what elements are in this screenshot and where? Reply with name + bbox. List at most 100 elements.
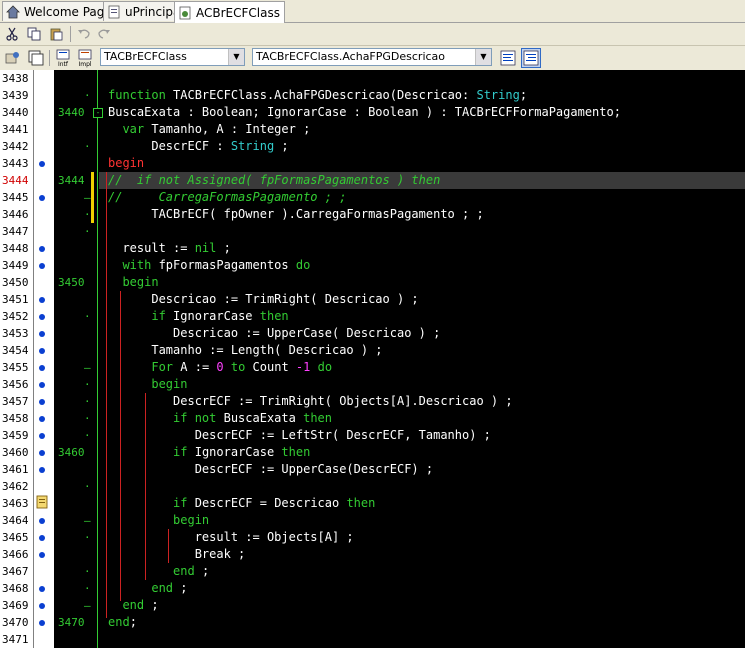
- code-token: to: [230, 360, 253, 374]
- line-number: 3441: [2, 123, 29, 136]
- cut-button[interactable]: [3, 25, 21, 43]
- undo-button[interactable]: [75, 25, 93, 43]
- implementation-button[interactable]: Impl: [76, 48, 94, 68]
- tab-acbrecfclass[interactable]: ACBrECFClass: [174, 1, 285, 23]
- code-token: begin: [173, 513, 210, 527]
- redo-button[interactable]: [95, 25, 113, 43]
- code-line[interactable]: begin: [108, 512, 209, 529]
- executable-line-dot[interactable]: [39, 382, 45, 388]
- bookmark-icon[interactable]: [36, 494, 50, 509]
- code-line[interactable]: end ;: [108, 580, 187, 597]
- browse-back-button[interactable]: [4, 49, 22, 67]
- fold-marker: –: [84, 191, 91, 204]
- code-line[interactable]: DescrECF := UpperCase(DescrECF) ;: [108, 461, 433, 478]
- code-line[interactable]: begin: [108, 155, 144, 172]
- class-selector[interactable]: TACBrECFClass ▼: [100, 48, 245, 66]
- code-line[interactable]: TACBrECF( fpOwner ).CarregaFormasPagamen…: [108, 206, 483, 223]
- executable-line-dot[interactable]: [39, 195, 45, 201]
- executable-line-dot[interactable]: [39, 399, 45, 405]
- breakpoint-gutter[interactable]: [34, 70, 54, 648]
- interface-button[interactable]: Intf: [54, 48, 72, 68]
- fold-line-number: 3444: [58, 174, 85, 187]
- method-selector[interactable]: TACBrECFClass.AchaFPGDescricao ▼: [252, 48, 492, 66]
- code-line[interactable]: For A := 0 to Count -1 do: [108, 359, 332, 376]
- chevron-down-icon[interactable]: ▼: [475, 49, 491, 65]
- unit-file-icon: [107, 5, 121, 19]
- code-line[interactable]: end;: [108, 614, 137, 631]
- code-line[interactable]: DescrECF : String ;: [108, 138, 288, 155]
- code-token: end: [108, 615, 130, 629]
- code-line[interactable]: function TACBrECFClass.AchaFPGDescricao(…: [108, 87, 527, 104]
- code-line[interactable]: DescrECF := LeftStr( DescrECF, Tamanho) …: [108, 427, 491, 444]
- toggle-form-button[interactable]: [27, 49, 45, 67]
- executable-line-dot[interactable]: [39, 331, 45, 337]
- executable-line-dot[interactable]: [39, 161, 45, 167]
- executable-line-dot[interactable]: [39, 314, 45, 320]
- code-line[interactable]: if DescrECF = Descricao then: [108, 495, 375, 512]
- code-line[interactable]: if IgnorarCase then: [108, 444, 310, 461]
- code-line[interactable]: if not BuscaExata then: [108, 410, 332, 427]
- chevron-down-icon[interactable]: ▼: [228, 49, 244, 65]
- line-number: 3470: [2, 616, 29, 629]
- view-text-button[interactable]: [499, 49, 517, 67]
- paste-button[interactable]: [47, 25, 65, 43]
- executable-line-dot[interactable]: [39, 450, 45, 456]
- line-number: 3443: [2, 157, 29, 170]
- code-line[interactable]: BuscaExata : Boolean; IgnorarCase : Bool…: [108, 104, 621, 121]
- code-line[interactable]: with fpFormasPagamentos do: [108, 257, 310, 274]
- code-token: ;: [519, 88, 528, 102]
- executable-line-dot[interactable]: [39, 586, 45, 592]
- block-guide: [106, 172, 107, 618]
- code-line[interactable]: begin: [108, 376, 187, 393]
- code-line[interactable]: Descricao := UpperCase( Descricao ) ;: [108, 325, 440, 342]
- line-number: 3465: [2, 531, 29, 544]
- executable-line-dot[interactable]: [39, 620, 45, 626]
- fold-marker: ·: [84, 140, 91, 153]
- code-token: String: [230, 139, 275, 153]
- code-line[interactable]: end ;: [108, 563, 209, 580]
- executable-line-dot[interactable]: [39, 297, 45, 303]
- code-token: Descricao := TrimRight( Descricao ) ;: [108, 292, 419, 306]
- executable-line-dot[interactable]: [39, 535, 45, 541]
- code-line[interactable]: result := nil ;: [108, 240, 230, 257]
- code-line[interactable]: // if not Assigned( fpFormasPagamentos )…: [108, 172, 440, 189]
- code-line[interactable]: Break ;: [108, 546, 246, 563]
- executable-line-dot[interactable]: [39, 348, 45, 354]
- code-token: String: [476, 88, 520, 102]
- copy-button[interactable]: [25, 25, 43, 43]
- executable-line-dot[interactable]: [39, 467, 45, 473]
- form-icon: [28, 50, 44, 66]
- tab-welcome-page[interactable]: Welcome Page: [2, 1, 117, 21]
- fold-guide: [97, 70, 98, 648]
- executable-line-dot[interactable]: [39, 416, 45, 422]
- executable-line-dot[interactable]: [39, 246, 45, 252]
- code-editor[interactable]: 3438 3439 · function TACBrECFClass.AchaFPGD…: [0, 70, 745, 648]
- line-number: 3464: [2, 514, 29, 527]
- executable-line-dot[interactable]: [39, 603, 45, 609]
- code-line[interactable]: if IgnorarCase then: [108, 308, 288, 325]
- text-lines-icon: [523, 50, 539, 66]
- code-token: if: [173, 445, 195, 459]
- code-token: do: [317, 360, 333, 374]
- code-line[interactable]: Descricao := TrimRight( Descricao ) ;: [108, 291, 419, 308]
- executable-line-dot[interactable]: [39, 365, 45, 371]
- code-line[interactable]: result := Objects[A] ;: [108, 529, 354, 546]
- view-structure-button[interactable]: [521, 48, 541, 68]
- executable-line-dot[interactable]: [39, 518, 45, 524]
- executable-line-dot[interactable]: [39, 552, 45, 558]
- fold-marker: –: [84, 599, 91, 612]
- collapse-icon[interactable]: -: [93, 108, 103, 118]
- executable-line-dot[interactable]: [39, 433, 45, 439]
- code-token: nil: [194, 241, 217, 255]
- implementation-icon: [78, 49, 92, 59]
- code-line[interactable]: var Tamanho, A : Integer ;: [108, 121, 310, 138]
- code-line[interactable]: // CarregaFormasPagamento ; ;: [108, 189, 346, 206]
- toolbar-separator: [70, 26, 71, 42]
- executable-line-dot[interactable]: [39, 263, 45, 269]
- code-line[interactable]: DescrECF := TrimRight( Objects[A].Descri…: [108, 393, 513, 410]
- code-line[interactable]: end ;: [108, 597, 158, 614]
- code-line[interactable]: begin: [108, 274, 158, 291]
- code-line[interactable]: Tamanho := Length( Descricao ) ;: [108, 342, 382, 359]
